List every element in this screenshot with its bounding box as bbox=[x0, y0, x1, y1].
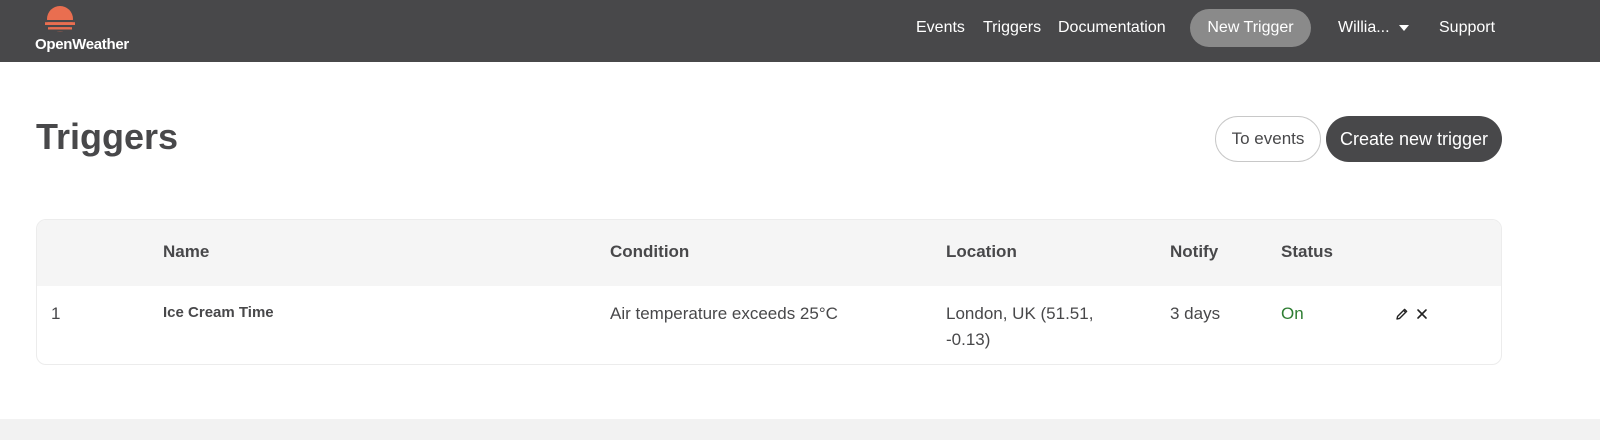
trigger-location-line2: -0.13) bbox=[946, 330, 991, 349]
row-index: 1 bbox=[51, 304, 61, 323]
nav-link-support[interactable]: Support bbox=[1439, 19, 1495, 37]
user-menu-dropdown[interactable]: Willia... bbox=[1338, 19, 1409, 37]
page-title: Triggers bbox=[36, 116, 179, 157]
sun-logo-icon bbox=[41, 6, 79, 32]
trigger-status: On bbox=[1281, 304, 1304, 323]
user-name: Willia... bbox=[1338, 19, 1390, 36]
column-header-condition: Condition bbox=[610, 242, 690, 261]
to-events-button[interactable]: To events bbox=[1215, 116, 1321, 162]
trigger-condition: Air temperature exceeds 25°C bbox=[610, 304, 838, 323]
column-header-location: Location bbox=[946, 242, 1017, 261]
triggers-table: Name Condition Location Notify Status 1 … bbox=[36, 219, 1502, 365]
nav-link-documentation[interactable]: Documentation bbox=[1058, 19, 1166, 37]
column-header-status: Status bbox=[1281, 242, 1333, 261]
caret-down-icon bbox=[1398, 25, 1409, 31]
column-header-name: Name bbox=[163, 242, 210, 261]
column-header-notify: Notify bbox=[1170, 242, 1219, 261]
top-navbar: OpenWeather Events Triggers Documentatio… bbox=[0, 0, 1600, 62]
nav-link-triggers[interactable]: Triggers bbox=[983, 19, 1041, 37]
footer-band bbox=[0, 419, 1600, 440]
table-row: 1 Ice Cream Time Air temperature exceeds… bbox=[37, 286, 1501, 364]
pencil-icon[interactable] bbox=[1394, 306, 1410, 322]
brand-name: OpenWeather bbox=[35, 36, 129, 53]
nav-link-events[interactable]: Events bbox=[916, 19, 965, 37]
trigger-name: Ice Cream Time bbox=[163, 304, 274, 321]
openweather-logo[interactable]: OpenWeather bbox=[35, 5, 145, 55]
create-new-trigger-button[interactable]: Create new trigger bbox=[1326, 116, 1502, 162]
nav-new-trigger-button[interactable]: New Trigger bbox=[1190, 9, 1311, 47]
trigger-location-line1: London, UK (51.51, bbox=[946, 304, 1094, 323]
row-actions bbox=[1394, 306, 1430, 322]
close-icon[interactable] bbox=[1414, 306, 1430, 322]
table-header-row: Name Condition Location Notify Status bbox=[37, 220, 1501, 286]
trigger-location: London, UK (51.51, -0.13) bbox=[946, 301, 1093, 353]
trigger-notify: 3 days bbox=[1170, 304, 1221, 323]
